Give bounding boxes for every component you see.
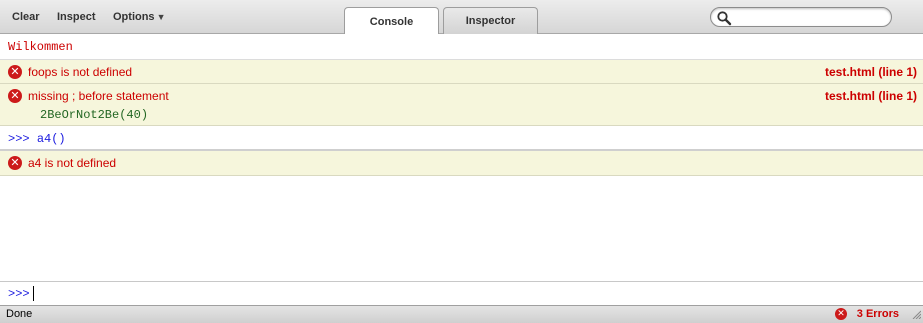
log-message: Wilkommen <box>8 40 73 54</box>
status-bar: Done ✕ 3 Errors <box>0 305 923 323</box>
tab-console-label: Console <box>369 15 414 28</box>
search-icon <box>717 11 732 26</box>
resize-grip-icon[interactable] <box>911 309 921 319</box>
clear-button[interactable]: Clear <box>12 11 40 23</box>
error-message: foops is not defined <box>28 65 133 79</box>
error-icon: ✕ <box>835 308 847 320</box>
error-source-link[interactable]: test.html (line 1) <box>825 89 917 103</box>
error-message: missing ; before statement <box>28 89 169 103</box>
options-menu-button[interactable]: Options ▼ <box>113 11 165 23</box>
command-line-input[interactable] <box>33 286 904 301</box>
command-entry: >>> a4() <box>8 132 66 146</box>
error-icon: ✕ <box>8 89 22 103</box>
console-error-row: ✕ missing ; before statement test.html (… <box>0 84 923 126</box>
status-text: Done <box>6 308 33 320</box>
error-source-link[interactable]: test.html (line 1) <box>825 65 917 79</box>
console-error-row: ✕ foops is not defined test.html (line 1… <box>0 60 923 84</box>
inspect-button[interactable]: Inspect <box>57 11 96 23</box>
console-error-row: ✕ a4 is not defined <box>0 150 923 176</box>
command-text: a4() <box>36 132 66 146</box>
toolbar: Clear Inspect Options ▼ Console Inspector <box>0 0 923 35</box>
tab-inspector-label: Inspector <box>465 15 516 27</box>
error-icon: ✕ <box>8 65 22 79</box>
chevron-down-icon: ▼ <box>156 12 166 22</box>
tab-console[interactable]: Console <box>344 7 439 35</box>
options-label: Options <box>113 11 155 23</box>
error-icon: ✕ <box>8 156 22 170</box>
search-input[interactable] <box>735 10 885 24</box>
console-command-row: >>> a4() <box>0 126 923 150</box>
error-message: a4 is not defined <box>28 156 117 170</box>
error-code-snippet: 2BeOrNot2Be(40) <box>40 108 149 122</box>
error-count-link[interactable]: 3 Errors <box>857 308 899 320</box>
command-prompt: >>> <box>8 132 30 146</box>
command-line: >>> <box>0 281 923 305</box>
tab-inspector[interactable]: Inspector <box>443 7 538 34</box>
search-box[interactable] <box>710 7 892 27</box>
command-line-prompt: >>> <box>8 287 30 301</box>
console-log-row: Wilkommen <box>0 34 923 60</box>
